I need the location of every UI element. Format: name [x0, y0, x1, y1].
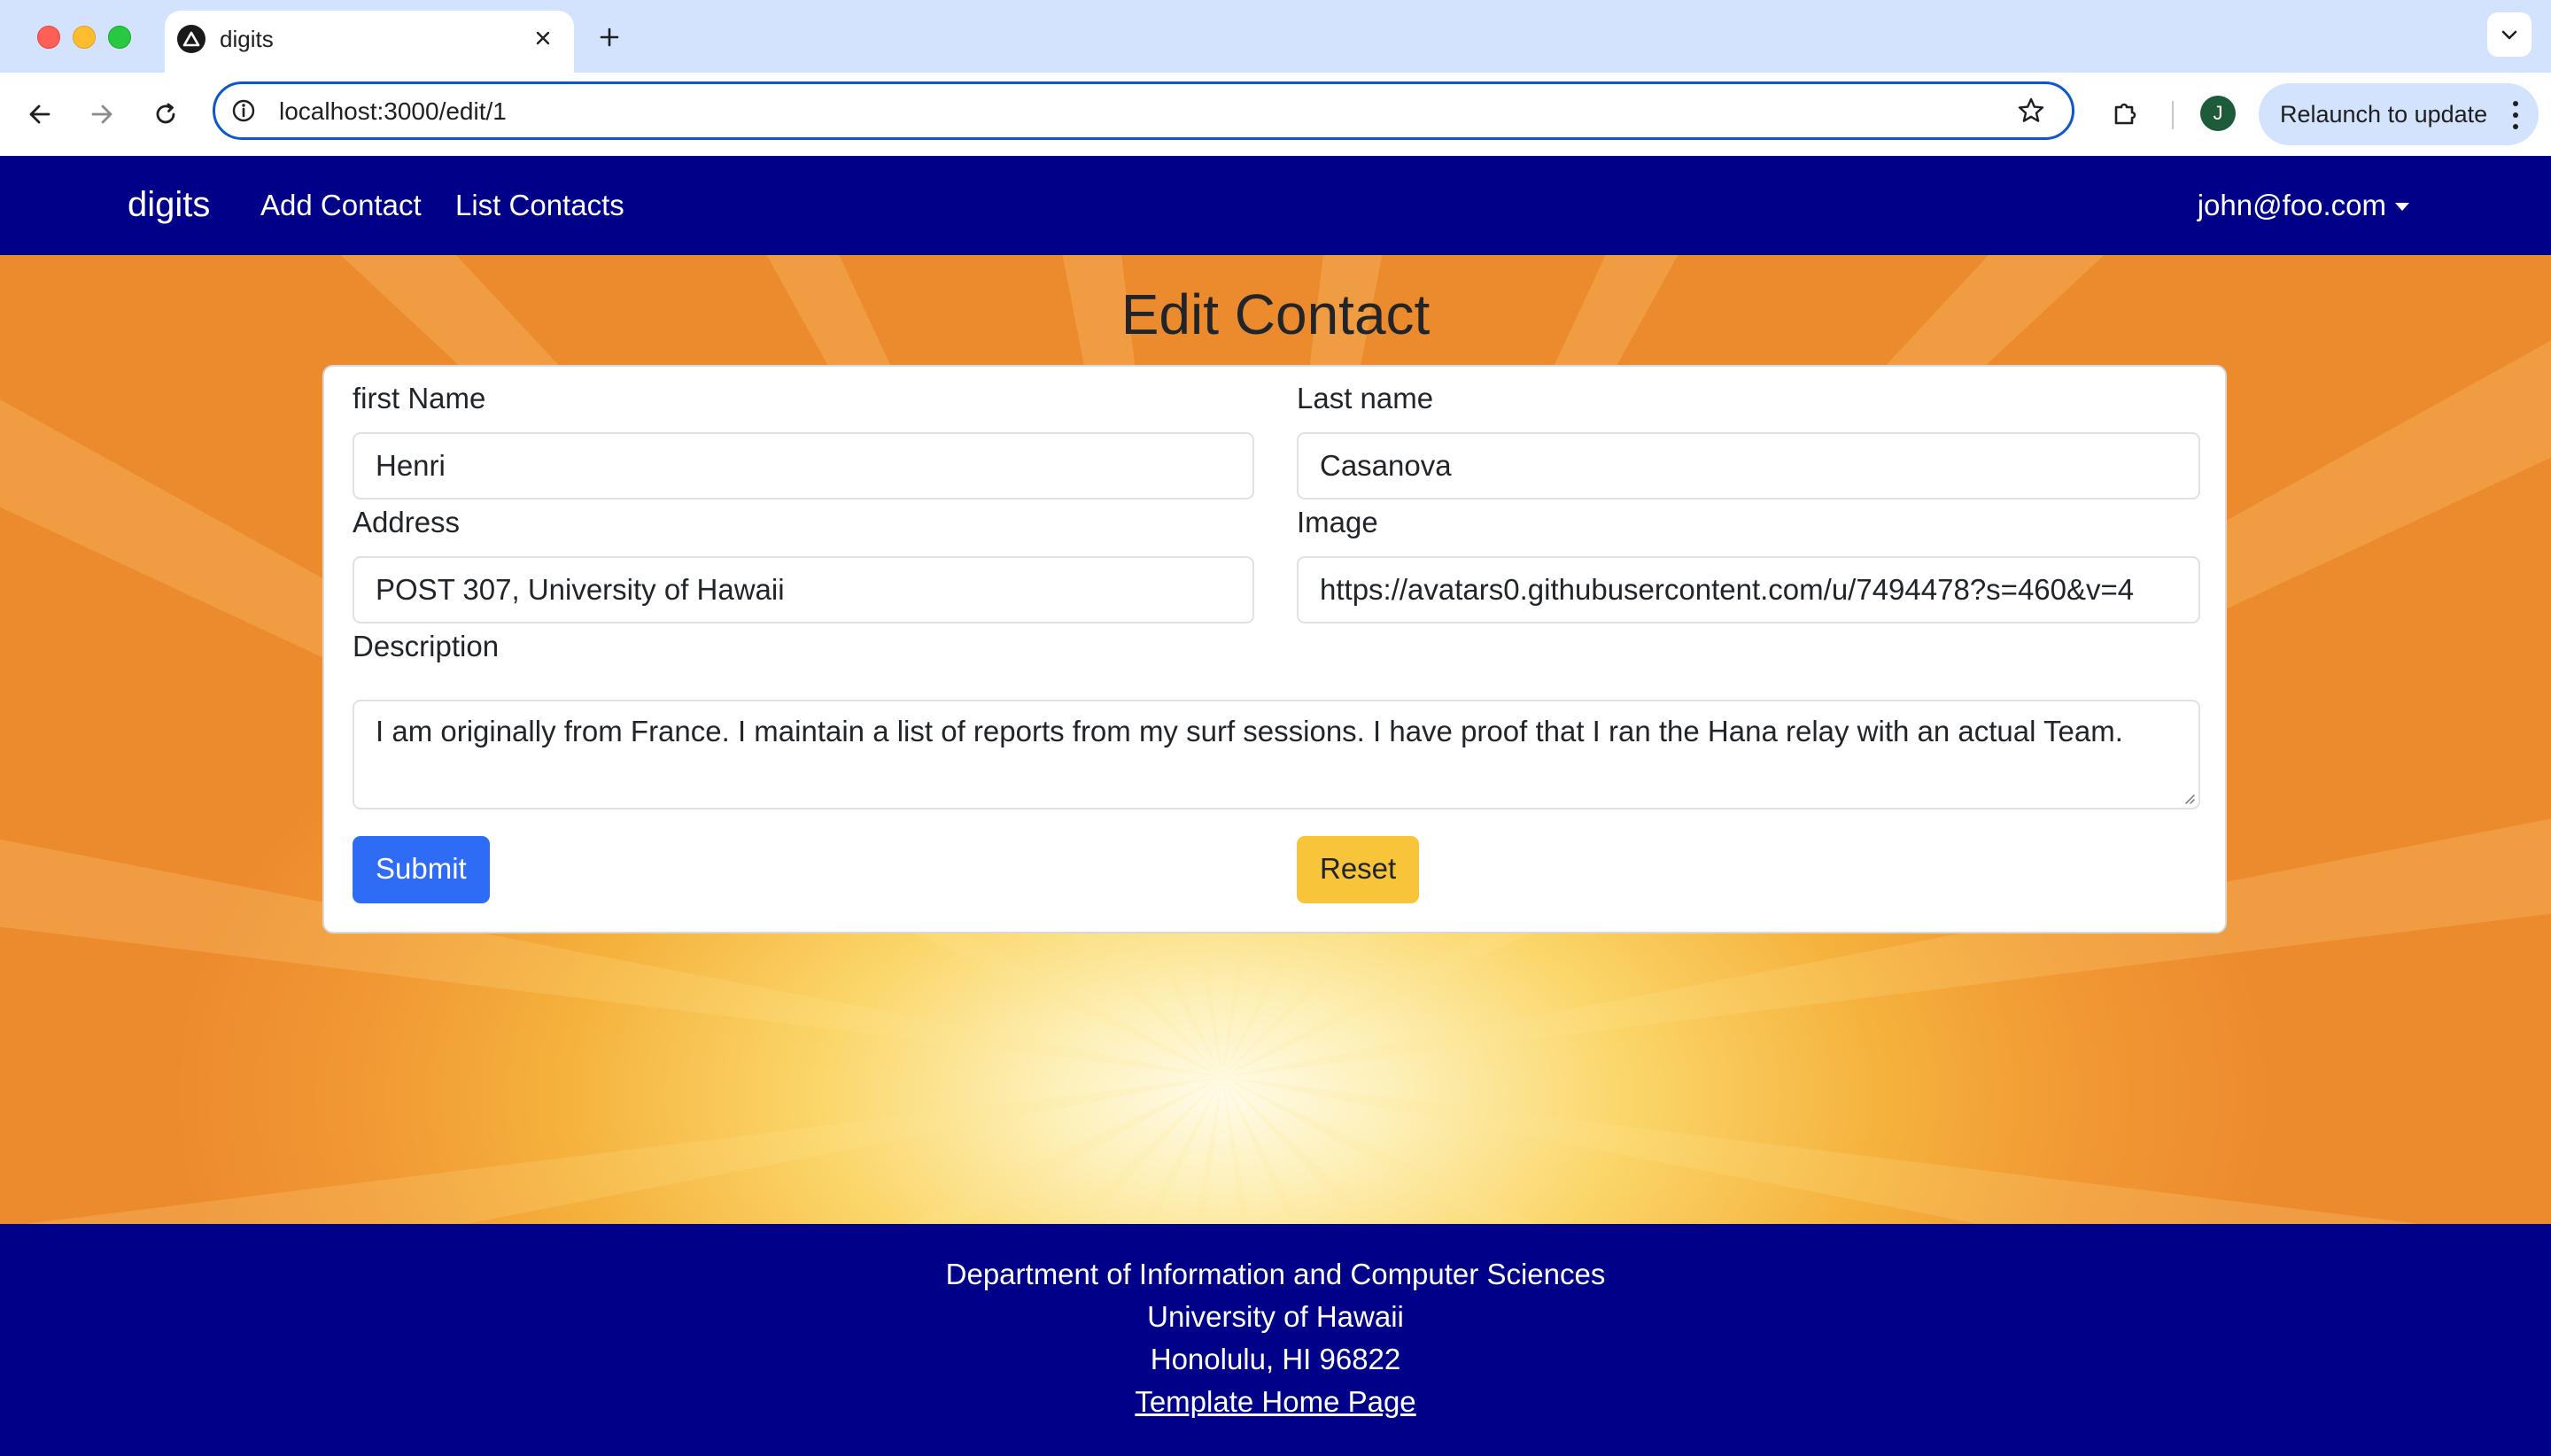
- close-window-button[interactable]: [37, 26, 60, 49]
- relaunch-label: Relaunch to update: [2280, 101, 2488, 128]
- browser-toolbar: localhost:3000/edit/1 J Relaunch to upda…: [0, 73, 2551, 156]
- top-navbar: digits Add Contact List Contacts john@fo…: [0, 156, 2551, 255]
- footer-department: Department of Information and Computer S…: [945, 1258, 1606, 1290]
- footer-location: Honolulu, HI 96822: [1150, 1343, 1401, 1375]
- user-email: john@foo.com: [2197, 189, 2386, 221]
- browser-tab-strip: digits: [0, 0, 2551, 73]
- minimize-window-button[interactable]: [73, 26, 96, 49]
- template-home-link[interactable]: Template Home Page: [1135, 1385, 1415, 1418]
- resize-grip-icon[interactable]: [2183, 792, 2195, 804]
- page-viewport: digits Add Contact List Contacts john@fo…: [0, 156, 2551, 1456]
- puzzle-icon[interactable]: [2106, 94, 2145, 133]
- triangle-logo-icon: [177, 25, 205, 53]
- star-icon[interactable]: [2015, 95, 2047, 127]
- url-text[interactable]: localhost:3000/edit/1: [279, 97, 507, 127]
- description-textarea[interactable]: I am originally from France. I maintain …: [353, 700, 2200, 809]
- last-name-input[interactable]: Casanova: [1297, 432, 2200, 500]
- reload-icon[interactable]: [145, 94, 186, 135]
- close-icon[interactable]: [528, 23, 558, 53]
- image-url-input[interactable]: https://avatars0.githubusercontent.com/u…: [1297, 556, 2200, 623]
- page-title: Edit Contact: [1120, 283, 1431, 346]
- submit-button[interactable]: Submit: [353, 836, 490, 903]
- zoom-window-button[interactable]: [108, 26, 131, 49]
- forward-arrow-icon[interactable]: [81, 94, 122, 135]
- info-icon[interactable]: [229, 97, 258, 125]
- address-label: Address: [353, 506, 461, 538]
- toolbar-divider: [2172, 101, 2174, 129]
- back-arrow-icon[interactable]: [19, 94, 60, 135]
- nav-link-add-contact[interactable]: Add Contact: [260, 186, 422, 225]
- brand-link[interactable]: digits: [128, 182, 210, 227]
- profile-avatar[interactable]: J: [2200, 96, 2236, 131]
- more-vert-icon[interactable]: [2510, 101, 2521, 129]
- last-name-label: Last name: [1297, 382, 1434, 414]
- image-label: Image: [1297, 506, 1378, 538]
- nav-link-list-contacts[interactable]: List Contacts: [455, 186, 624, 225]
- caret-down-icon: [2395, 202, 2409, 211]
- plus-icon[interactable]: [592, 19, 627, 55]
- page-footer: Department of Information and Computer S…: [0, 1224, 2551, 1456]
- first-name-label: first Name: [353, 382, 486, 414]
- description-label: Description: [353, 630, 500, 662]
- relaunch-button[interactable]: Relaunch to update: [2259, 83, 2539, 145]
- browser-tab[interactable]: digits: [165, 11, 574, 73]
- footer-university: University of Hawaii: [1147, 1300, 1404, 1333]
- edit-contact-form: first Name Henri Last name Casanova Addr…: [322, 365, 2227, 933]
- address-bar[interactable]: localhost:3000/edit/1: [213, 81, 2074, 140]
- tab-title: digits: [220, 26, 274, 52]
- address-input[interactable]: POST 307, University of Hawaii: [353, 556, 1254, 623]
- first-name-input[interactable]: Henri: [353, 432, 1254, 500]
- chevron-down-icon[interactable]: [2487, 12, 2532, 57]
- reset-button[interactable]: Reset: [1297, 836, 1420, 903]
- user-dropdown[interactable]: john@foo.com: [2198, 186, 2409, 225]
- description-text: I am originally from France. I maintain …: [376, 715, 2123, 747]
